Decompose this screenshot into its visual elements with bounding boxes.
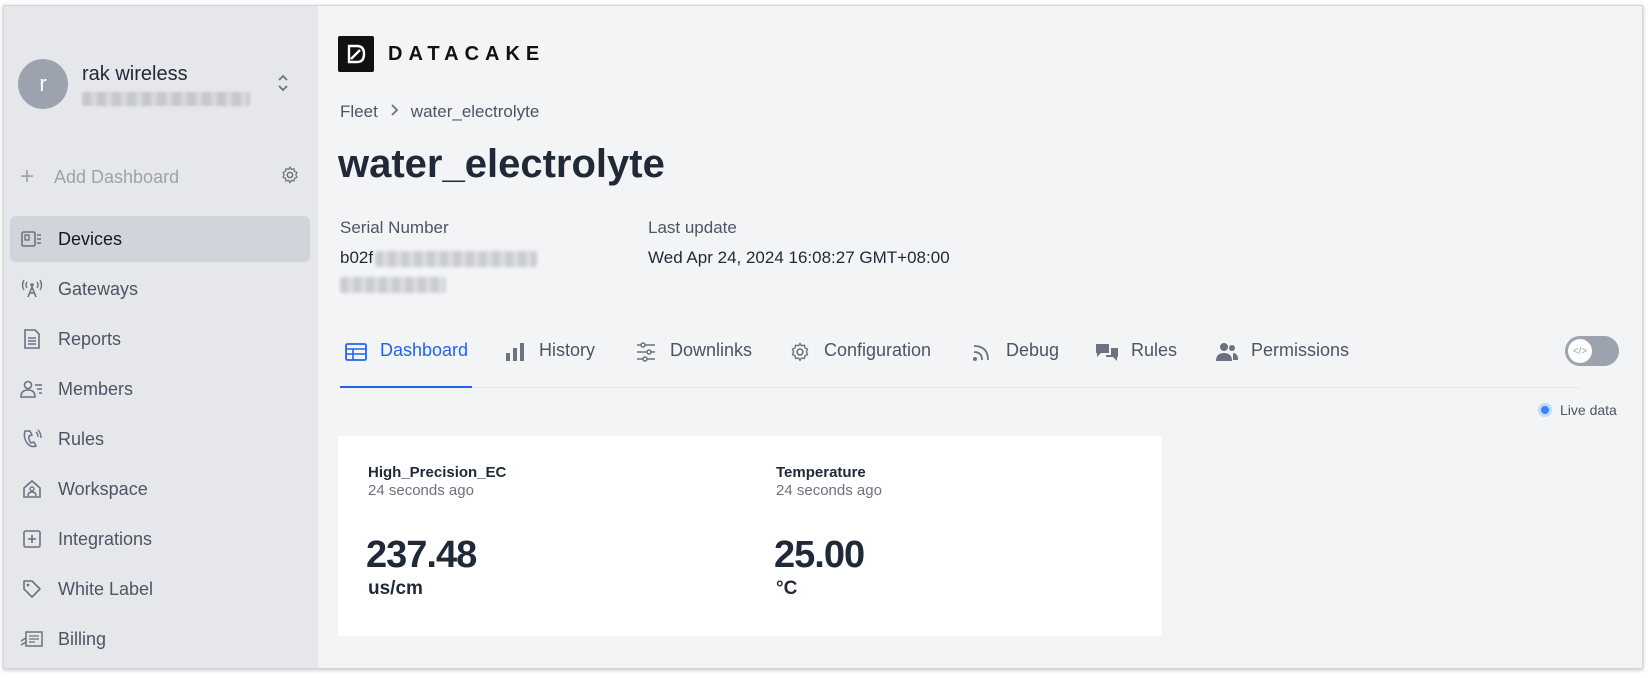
- tab-permissions[interactable]: Permissions: [1215, 340, 1349, 388]
- tab-label: Rules: [1131, 340, 1178, 360]
- integrations-icon: [20, 527, 44, 551]
- widget-value: 237.48: [366, 534, 477, 576]
- users-icon: [1215, 340, 1239, 364]
- sidebar-item-reports[interactable]: Reports: [10, 316, 310, 362]
- code-icon: </>: [1568, 339, 1592, 363]
- members-icon: [20, 377, 44, 401]
- sidebar-item-white-label[interactable]: White Label: [10, 566, 310, 612]
- tab-label: Downlinks: [670, 340, 753, 360]
- live-data-label: Live data: [1560, 402, 1617, 418]
- workspace-subtitle-redacted: [82, 91, 250, 106]
- widget-title: Temperature: [776, 464, 866, 481]
- tab-label: History: [539, 340, 596, 360]
- page-title: water_electrolyte: [338, 142, 665, 186]
- sidebar-item-rules[interactable]: Rules: [10, 416, 310, 462]
- sidebar-nav: Devices Gateways Reports Members Rules W…: [10, 216, 310, 666]
- widget-card[interactable]: Temperature 24 seconds ago 25.00 °C: [746, 436, 1162, 636]
- gear-icon: [788, 340, 812, 364]
- widget-timestamp: 24 seconds ago: [368, 482, 474, 499]
- widget-value: 25.00: [774, 534, 865, 576]
- tab-label: Debug: [1006, 340, 1060, 360]
- serial-number-redacted: [375, 250, 538, 267]
- sidebar-item-members[interactable]: Members: [10, 366, 310, 412]
- last-update-label: Last update: [648, 218, 737, 237]
- tab-label: Dashboard: [380, 340, 469, 360]
- sidebar-item-label: Members: [58, 378, 134, 399]
- last-update-block: Last update Wed Apr 24, 2024 16:08:27 GM…: [648, 218, 950, 268]
- live-data-indicator: Live data: [1538, 402, 1617, 418]
- app-window: r rak wireless + Add Dashboard Devices G…: [3, 5, 1643, 669]
- sidebar-item-label: Gateways: [58, 278, 139, 299]
- sidebar-item-label: White Label: [58, 578, 154, 599]
- sidebar-item-label: Rules: [58, 428, 105, 449]
- workspace-switcher[interactable]: r rak wireless: [18, 56, 308, 112]
- device-tabs: Dashboard History Downlinks Configuratio…: [340, 328, 1580, 388]
- workspace-icon: [20, 477, 44, 501]
- comments-icon: [1095, 340, 1119, 364]
- sidebar-item-integrations[interactable]: Integrations: [10, 516, 310, 562]
- sidebar-item-label: Workspace: [58, 478, 148, 499]
- main-content: DATACAKE Fleet water_electrolyte water_e…: [320, 6, 1642, 668]
- serial-number-redacted-line2: [340, 276, 446, 293]
- sidebar-item-workspace[interactable]: Workspace: [10, 466, 310, 512]
- breadcrumb-fleet[interactable]: Fleet: [340, 102, 378, 122]
- rss-icon: [970, 340, 994, 364]
- serial-number-block: Serial Number b02f: [340, 218, 538, 294]
- sidebar-item-gateways[interactable]: Gateways: [10, 266, 310, 312]
- gateway-icon: [20, 277, 44, 301]
- sidebar-item-label: Devices: [58, 228, 123, 249]
- widget-title: High_Precision_EC: [368, 464, 507, 481]
- tab-label: Configuration: [824, 340, 932, 360]
- add-dashboard-button[interactable]: + Add Dashboard: [20, 162, 300, 192]
- tag-icon: [20, 577, 44, 601]
- tab-history[interactable]: History: [503, 340, 595, 388]
- serial-number-label: Serial Number: [340, 218, 449, 237]
- last-update-value: Wed Apr 24, 2024 16:08:27 GMT+08:00: [648, 248, 950, 267]
- avatar: r: [18, 59, 68, 109]
- logo-text: DATACAKE: [388, 42, 546, 65]
- workspace-name: rak wireless: [82, 62, 188, 85]
- sliders-icon: [634, 340, 658, 364]
- tab-downlinks[interactable]: Downlinks: [634, 340, 752, 388]
- widget-unit: °C: [776, 578, 798, 599]
- widget-card[interactable]: High_Precision_EC 24 seconds ago 237.48 …: [338, 436, 754, 636]
- tab-dashboard[interactable]: Dashboard: [340, 340, 473, 388]
- tab-label: Permissions: [1251, 340, 1350, 360]
- tab-configuration[interactable]: Configuration: [788, 340, 931, 388]
- datacake-logo[interactable]: DATACAKE: [338, 36, 545, 72]
- plus-icon: +: [20, 163, 35, 190]
- code-view-toggle[interactable]: </>: [1565, 336, 1619, 366]
- live-dot-icon: [1538, 403, 1552, 417]
- devices-icon: [20, 227, 44, 251]
- widget-unit: us/cm: [368, 578, 423, 599]
- chevron-right-icon: [390, 102, 399, 122]
- sidebar-item-label: Billing: [58, 628, 107, 649]
- tab-debug[interactable]: Debug: [970, 340, 1059, 388]
- widget-timestamp: 24 seconds ago: [776, 482, 882, 499]
- billing-icon: [20, 627, 44, 651]
- bar-chart-icon: [503, 340, 527, 364]
- chevron-up-down-icon[interactable]: [276, 70, 290, 97]
- sidebar: r rak wireless + Add Dashboard Devices G…: [4, 6, 318, 668]
- logo-mark-icon: [338, 36, 374, 72]
- sidebar-item-label: Integrations: [58, 528, 153, 549]
- breadcrumb-current: water_electrolyte: [410, 102, 540, 121]
- sidebar-item-label: Reports: [58, 328, 122, 349]
- sidebar-item-billing[interactable]: Billing: [10, 616, 310, 662]
- rules-icon: [20, 427, 44, 451]
- serial-number-prefix: b02f: [340, 248, 374, 267]
- serial-number-value: b02f: [340, 248, 538, 294]
- breadcrumb: Fleet water_electrolyte: [340, 102, 539, 122]
- report-icon: [20, 327, 44, 351]
- gear-icon[interactable]: [280, 165, 300, 190]
- tab-rules[interactable]: Rules: [1095, 340, 1177, 388]
- add-dashboard-label: Add Dashboard: [54, 166, 180, 187]
- sidebar-item-devices[interactable]: Devices: [10, 216, 310, 262]
- table-icon: [344, 340, 368, 364]
